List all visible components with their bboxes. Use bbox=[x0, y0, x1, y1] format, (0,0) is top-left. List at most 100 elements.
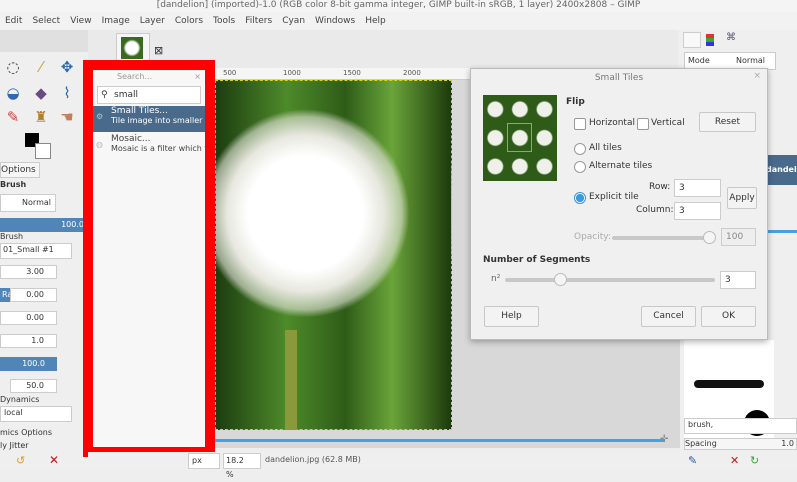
opacity-knob[interactable] bbox=[703, 231, 716, 244]
spacing-label: Spacing bbox=[685, 439, 717, 448]
force-field[interactable]: 50.0 bbox=[10, 379, 57, 393]
menu-colors[interactable]: Colors bbox=[170, 12, 208, 30]
window-title: [dandelion] (imported)-1.0 (RGB color 8-… bbox=[0, 0, 797, 12]
toolbox: ◌ ⁄ ✥ ◒ ◆ ⌇ ✎ ♜ ☚ Options Brush Normal 1… bbox=[0, 30, 88, 470]
row-label: Row: bbox=[649, 182, 671, 192]
row-field[interactable]: 3 bbox=[674, 179, 721, 197]
all-tiles-radio[interactable] bbox=[574, 143, 586, 155]
layer-row[interactable]: dandelion bbox=[766, 155, 797, 185]
lasso-tool-icon[interactable]: ◌ bbox=[2, 56, 24, 78]
dynamics-select[interactable]: local bbox=[0, 406, 72, 422]
help-button[interactable]: Help bbox=[484, 306, 539, 327]
menu-help[interactable]: Help bbox=[360, 12, 391, 30]
vertical-checkbox[interactable] bbox=[637, 118, 649, 130]
brush-filter-input[interactable]: brush, bbox=[684, 418, 797, 434]
small-tiles-dialog: Small Tiles × Flip Horizontal Vertical R… bbox=[470, 68, 768, 340]
spacing-field[interactable]: 1.0 bbox=[0, 334, 57, 348]
file-info: dandelion.jpg (62.8 MB) bbox=[265, 455, 361, 464]
apply-button[interactable]: Apply bbox=[727, 187, 757, 209]
dynamics-options[interactable]: mics Options bbox=[0, 428, 52, 442]
opacity-slider[interactable]: 100.0 bbox=[0, 218, 86, 232]
delete-icon[interactable]: ✕ bbox=[49, 453, 59, 467]
bucket-fill-icon[interactable]: ◒ bbox=[2, 82, 24, 104]
restore-icon[interactable]: ↺ bbox=[16, 454, 25, 467]
gimp-logo bbox=[0, 30, 88, 52]
explicit-tile-radio[interactable] bbox=[574, 192, 586, 204]
tab-paths[interactable]: ⌘ bbox=[726, 32, 736, 43]
background-color[interactable] bbox=[35, 143, 51, 159]
clone-stamp-icon[interactable]: ♜ bbox=[30, 106, 52, 128]
search-input[interactable]: ⚲ small bbox=[97, 86, 201, 104]
menu-image[interactable]: Image bbox=[97, 12, 135, 30]
segments-slider[interactable] bbox=[505, 278, 715, 282]
menu-edit[interactable]: Edit bbox=[0, 12, 27, 30]
alternate-tiles-radio[interactable] bbox=[574, 161, 586, 173]
fuzzy-select-icon[interactable]: ⁄ bbox=[30, 56, 52, 78]
paths-tool-icon[interactable]: ⌇ bbox=[56, 82, 78, 104]
result-title: Small Tiles... bbox=[111, 106, 168, 116]
dialog-close-icon[interactable]: × bbox=[753, 71, 761, 81]
reset-button[interactable]: Reset bbox=[699, 112, 756, 132]
result-mosaic[interactable]: ◍ Mosaic... Mosaic is a filter which tra bbox=[93, 134, 205, 160]
column-field[interactable]: 3 bbox=[674, 202, 721, 220]
menu-layer[interactable]: Layer bbox=[135, 12, 170, 30]
segments-knob[interactable] bbox=[554, 273, 567, 286]
result-small-tiles[interactable]: ⚙ Small Tiles... Tile image into smaller… bbox=[93, 106, 205, 132]
menu-windows[interactable]: Windows bbox=[310, 12, 360, 30]
ruler-tick: 500 bbox=[223, 69, 237, 77]
refresh-icon[interactable]: ↻ bbox=[750, 454, 759, 467]
vertical-label: Vertical bbox=[651, 118, 685, 128]
dandelion-image[interactable] bbox=[215, 80, 452, 430]
ruler-tick: 2000 bbox=[403, 69, 421, 77]
result-desc: Tile image into smaller ve bbox=[111, 116, 205, 125]
navigate-icon[interactable]: ✛ bbox=[660, 434, 668, 445]
menu-filters[interactable]: Filters bbox=[240, 12, 277, 30]
segments-heading: Number of Segments bbox=[483, 255, 591, 265]
dandelion-stem bbox=[285, 330, 297, 430]
ruler-tick: 1500 bbox=[343, 69, 361, 77]
edit-brush-icon[interactable]: ✎ bbox=[688, 454, 697, 467]
aspect-label: Ratio bbox=[0, 288, 23, 302]
opacity-slider[interactable] bbox=[612, 236, 712, 240]
menu-tools[interactable]: Tools bbox=[208, 12, 240, 30]
all-tiles-label: All tiles bbox=[589, 143, 622, 153]
close-tab-icon[interactable]: ⊠ bbox=[154, 44, 163, 57]
close-icon[interactable]: × bbox=[194, 70, 201, 84]
opacity-field[interactable]: 100 bbox=[721, 228, 756, 246]
zoom-select[interactable]: 18.2 % bbox=[223, 453, 261, 479]
cancel-button[interactable]: Cancel bbox=[641, 306, 696, 327]
menu-view[interactable]: View bbox=[65, 12, 96, 30]
segments-field[interactable]: 3 bbox=[720, 271, 756, 289]
unit-select[interactable]: px bbox=[188, 453, 220, 469]
horizontal-checkbox[interactable] bbox=[574, 118, 586, 130]
size-field[interactable]: 3.00 bbox=[0, 265, 57, 279]
eraser-icon[interactable]: ✎ bbox=[2, 106, 24, 128]
dialog-title: Small Tiles bbox=[594, 73, 644, 83]
delete-brush-icon[interactable]: ✕ bbox=[730, 454, 739, 467]
aspect-field[interactable]: 0.00 bbox=[10, 288, 57, 302]
search-dialog-title: Search... bbox=[117, 72, 153, 81]
menu-cyan[interactable]: Cyan bbox=[277, 12, 310, 30]
mode-select[interactable]: Normal bbox=[0, 194, 56, 212]
spacing-slider[interactable]: Spacing 1.0 bbox=[684, 438, 797, 450]
tab-layers[interactable] bbox=[683, 32, 701, 48]
progress-bar bbox=[766, 230, 797, 233]
menu-select[interactable]: Select bbox=[27, 12, 65, 30]
status-bar: px 18.2 % dandelion.jpg (62.8 MB) bbox=[88, 452, 680, 479]
hardness-field[interactable]: 100.0 bbox=[0, 357, 57, 371]
move-tool-icon[interactable]: ✥ bbox=[56, 56, 78, 78]
angle-field[interactable]: 0.00 bbox=[0, 311, 57, 325]
transform-tool-icon[interactable]: ◆ bbox=[30, 82, 52, 104]
apply-jitter[interactable]: ly Jitter bbox=[0, 441, 29, 455]
tab-tool-options[interactable]: Options bbox=[0, 162, 40, 178]
tab-channels[interactable] bbox=[706, 34, 714, 46]
horizontal-scrollbar[interactable] bbox=[215, 439, 665, 442]
smudge-icon[interactable]: ☚ bbox=[56, 106, 78, 128]
tool-name: Brush bbox=[0, 180, 27, 189]
brush-select[interactable]: 01_Small #1 bbox=[0, 243, 72, 259]
filter-icon: ⚙ bbox=[96, 112, 104, 121]
column-label: Column: bbox=[636, 205, 674, 215]
brush-preview bbox=[694, 380, 764, 388]
preview-thumbnail bbox=[483, 95, 557, 181]
ok-button[interactable]: OK bbox=[701, 306, 756, 327]
